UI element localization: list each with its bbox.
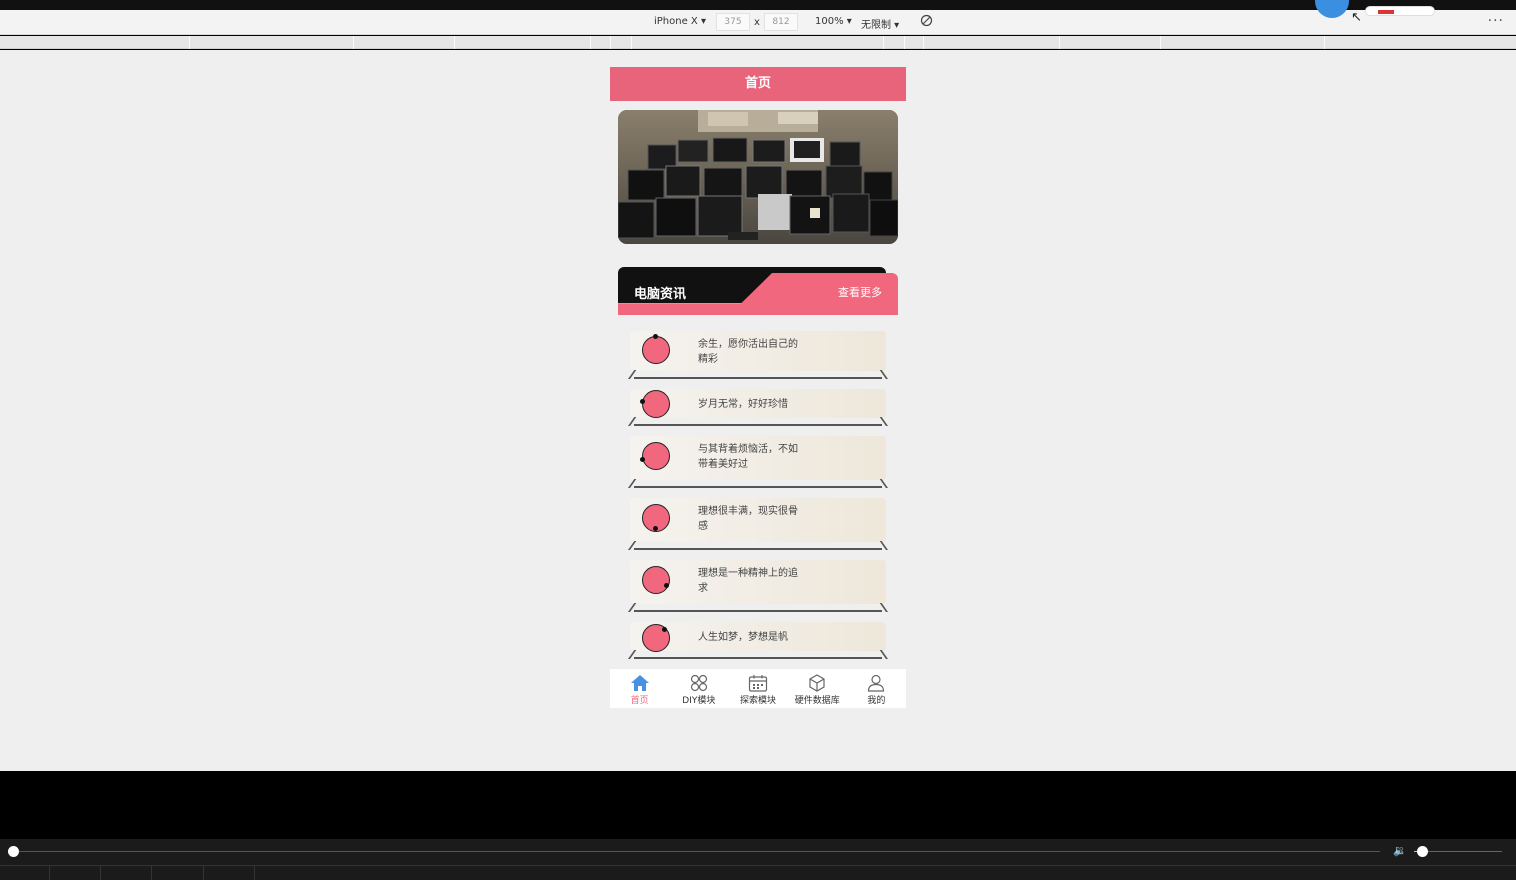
player-bottom-bar bbox=[0, 865, 1516, 880]
more-options-icon[interactable]: ··· bbox=[1488, 13, 1504, 29]
device-viewport: 首页 电脑资讯 查看更多 余生，愿你活出自己的 精彩 岁月无常，好好珍惜 与其背… bbox=[0, 50, 1516, 771]
avatar-icon bbox=[642, 334, 670, 364]
avatar-icon bbox=[640, 442, 670, 470]
mouse-cursor-icon: ↖ bbox=[1351, 10, 1362, 25]
calendar-icon bbox=[748, 675, 768, 692]
list-item[interactable]: 余生，愿你活出自己的 精彩 bbox=[626, 331, 890, 379]
news-list: 余生，愿你活出自己的精彩 岁月无常，好好珍惜 与其背着烦恼活，不如带着美好过 bbox=[626, 331, 890, 669]
tab-label: 首页 bbox=[630, 696, 649, 706]
list-item[interactable]: 理想是一种精神上的追求 bbox=[626, 560, 890, 612]
news-title: 岁月无常，好好珍惜 bbox=[698, 399, 788, 410]
volume-knob[interactable] bbox=[1417, 846, 1428, 857]
device-select[interactable]: iPhone X ▾ bbox=[654, 16, 706, 27]
tab-home[interactable]: 首页 bbox=[610, 669, 669, 708]
list-item[interactable]: 理想很丰满，现实很骨感 bbox=[626, 498, 890, 550]
throttle-select[interactable]: 无限制 ▾ bbox=[861, 16, 899, 31]
extension-pill bbox=[1365, 6, 1435, 16]
cube-icon bbox=[809, 674, 825, 692]
tab-diy[interactable]: DIY模块 bbox=[669, 669, 728, 708]
tab-label: 我的 bbox=[867, 696, 886, 706]
news-title: 理想很丰满，现实很骨感 bbox=[698, 506, 798, 532]
phone-screen: 首页 电脑资讯 查看更多 余生，愿你活出自己的 精彩 岁月无常，好好珍惜 与其背… bbox=[610, 67, 906, 708]
list-item[interactable]: 人生如梦，梦想是帆 bbox=[626, 622, 890, 659]
volume-icon[interactable]: 🔉 bbox=[1393, 844, 1407, 857]
video-player-controls: 🔉 bbox=[0, 839, 1516, 880]
tab-hardware-db[interactable]: 硬件数据库 bbox=[788, 669, 847, 708]
avatar-icon bbox=[640, 390, 670, 418]
avatar-icon bbox=[642, 504, 670, 532]
home-icon bbox=[630, 675, 649, 691]
avatar-icon bbox=[642, 566, 670, 594]
progress-knob[interactable] bbox=[8, 846, 19, 857]
zoom-select[interactable]: 100% ▾ bbox=[815, 16, 852, 27]
news-title: 理想是一种精神上的追求 bbox=[698, 568, 798, 594]
dimension-separator: x bbox=[754, 17, 760, 28]
news-title: 与其背着烦恼活，不如 带着美好过 bbox=[698, 444, 798, 470]
viewport-width-input[interactable]: 375 bbox=[716, 13, 750, 31]
section-title: 电脑资讯 bbox=[634, 287, 687, 302]
rotate-icon[interactable] bbox=[920, 14, 933, 30]
devtools-device-toolbar: iPhone X ▾ 375 x 812 100% ▾ 无限制 ▾ ↖ ··· bbox=[0, 0, 1516, 35]
list-item[interactable]: 与其背着烦恼活，不如 带着美好过 bbox=[626, 436, 890, 488]
media-query-ruler[interactable] bbox=[0, 36, 1516, 49]
view-more-link[interactable]: 查看更多 bbox=[838, 284, 882, 300]
news-section-header: 电脑资讯 查看更多 bbox=[618, 267, 898, 315]
grid-icon bbox=[690, 674, 707, 692]
page-title: 首页 bbox=[610, 67, 906, 101]
banner-image[interactable] bbox=[618, 110, 898, 244]
tab-label: 硬件数据库 bbox=[794, 696, 840, 706]
flag-icon bbox=[1378, 10, 1394, 14]
tab-label: DIY模块 bbox=[682, 696, 716, 706]
window-top-strip bbox=[0, 0, 1516, 10]
tab-mine[interactable]: 我的 bbox=[847, 669, 906, 708]
blue-circle-icon bbox=[1315, 0, 1349, 18]
viewport-height-input[interactable]: 812 bbox=[764, 13, 798, 31]
user-icon bbox=[868, 674, 885, 692]
news-title: 余生，愿你活出自己的 精彩 bbox=[698, 339, 798, 365]
progress-track[interactable] bbox=[14, 851, 1380, 852]
list-item[interactable]: 岁月无常，好好珍惜 bbox=[626, 389, 890, 426]
avatar-icon bbox=[642, 624, 670, 652]
tab-label: 探索模块 bbox=[740, 696, 777, 706]
news-title: 人生如梦，梦想是帆 bbox=[698, 632, 788, 643]
tab-explore[interactable]: 探索模块 bbox=[728, 669, 787, 708]
bottom-tab-bar: 首页 DIY模块 探索模块 硬件数据库 我的 bbox=[610, 668, 906, 708]
